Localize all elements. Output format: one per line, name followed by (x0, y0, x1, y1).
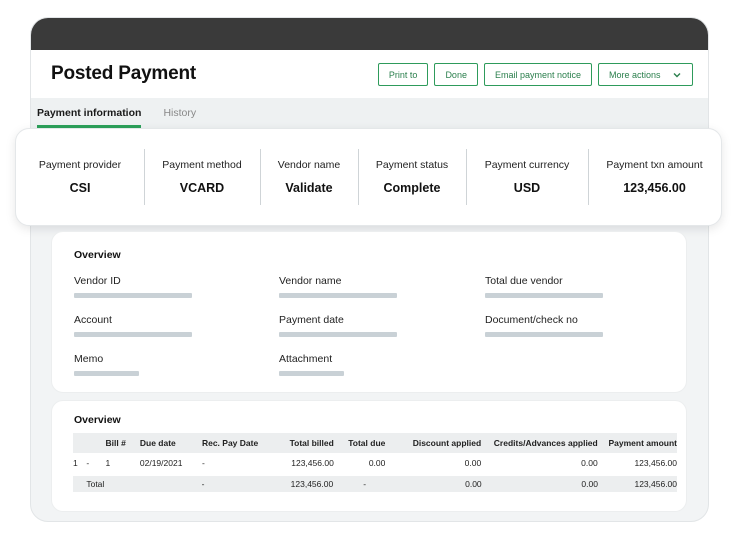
table-total-row: Total - 123,456.00 - 0.00 0.00 123,456.0… (73, 476, 677, 492)
more-actions-button[interactable]: More actions (598, 63, 693, 86)
summary-value: CSI (69, 181, 91, 195)
payment-date-label: Payment date (279, 314, 344, 326)
total-label: Total (86, 479, 105, 489)
table-header-row: Bill # Due date Rec. Pay Date Total bill… (73, 433, 677, 453)
attachment-label: Attachment (279, 353, 333, 365)
account-label: Account (74, 314, 112, 326)
email-payment-notice-button[interactable]: Email payment notice (483, 63, 592, 86)
summary-payment-method: Payment method VCARD (144, 149, 260, 205)
total-due-vendor-value-placeholder (485, 293, 603, 298)
summary-label: Payment txn amount (606, 159, 703, 171)
column-due-date[interactable]: Due date (140, 438, 202, 448)
column-total-billed[interactable]: Total billed (269, 438, 334, 448)
summary-payment-txn-amount: Payment txn amount 123,456.00 (588, 149, 721, 205)
cell-payment-amount: 123,456.00 (634, 458, 677, 468)
document-check-no-value-placeholder (485, 332, 603, 337)
summary-payment-status: Payment status Complete (358, 149, 466, 205)
column-payment-amount[interactable]: Payment amount (598, 438, 678, 448)
tab-history[interactable]: History (163, 98, 196, 128)
window-top-bar (31, 18, 708, 50)
vendor-id-value-placeholder (74, 293, 192, 298)
memo-value-placeholder (74, 371, 139, 376)
memo-label: Memo (74, 353, 104, 365)
summary-value: 123,456.00 (623, 181, 686, 195)
bills-overview-title: Overview (74, 414, 121, 426)
total-discount-applied: 0.00 (465, 479, 482, 489)
cell-due-date: 02/19/2021 (139, 458, 183, 468)
summary-label: Payment status (375, 159, 449, 171)
vendor-id-label: Vendor ID (74, 275, 121, 287)
document-check-no-label: Document/check no (485, 314, 578, 326)
summary-label: Payment method (162, 159, 242, 171)
total-due-vendor-label: Total due vendor (485, 275, 563, 287)
row-dash: - (86, 458, 90, 468)
attachment-value-placeholder (279, 371, 344, 376)
done-button[interactable]: Done (434, 63, 478, 86)
total-total-billed: 123,456.00 (290, 478, 334, 489)
column-total-due[interactable]: Total due (334, 438, 392, 448)
cell-bill-number: 1 (105, 458, 111, 468)
cell-discount-applied: 0.00 (464, 458, 482, 468)
cell-rec-pay-date: - (201, 458, 205, 468)
total-rec-pay-date: - (201, 479, 205, 489)
cell-credits-advances-applied: 0.00 (581, 458, 598, 468)
account-value-placeholder (74, 332, 192, 337)
summary-label: Payment currency (484, 159, 570, 171)
page-header: Posted Payment Print to Done Email payme… (31, 50, 708, 98)
summary-label: Payment provider (38, 159, 122, 171)
tab-payment-information[interactable]: Payment information (37, 98, 142, 128)
total-total-due: - (363, 479, 367, 489)
table-row[interactable]: 1 - 1 02/19/2021 - 123,456.00 0.00 0.00 … (73, 453, 677, 473)
cell-total-due: 0.00 (368, 458, 386, 468)
column-bill-number[interactable]: Bill # (105, 438, 139, 448)
summary-vendor-name: Vendor name Validate (260, 149, 358, 205)
bills-overview-card: Overview Bill # Due date Rec. Pay Date T… (51, 400, 687, 512)
total-credits-advances-applied: 0.00 (581, 479, 598, 489)
column-credits-advances-applied[interactable]: Credits/Advances applied (481, 438, 598, 448)
payment-summary-card: Payment provider CSI Payment method VCAR… (15, 128, 722, 226)
more-actions-label: More actions (609, 69, 661, 80)
chevron-down-icon (673, 72, 681, 77)
summary-payment-provider: Payment provider CSI (16, 149, 144, 205)
page-title: Posted Payment (51, 63, 197, 84)
header-actions: Print to Done Email payment notice More … (377, 63, 693, 86)
print-to-button[interactable]: Print to (377, 63, 429, 86)
summary-value: Validate (285, 181, 333, 195)
summary-value: USD (513, 181, 541, 195)
vendor-name-value-placeholder (279, 293, 397, 298)
overview-title: Overview (74, 249, 121, 261)
tab-bar: Payment information History (31, 98, 708, 128)
summary-value: VCARD (179, 181, 225, 195)
summary-value: Complete (383, 181, 441, 195)
column-discount-applied[interactable]: Discount applied (391, 438, 481, 448)
total-payment-amount: 123,456.00 (634, 479, 678, 489)
cell-total-billed: 123,456.00 (291, 457, 334, 468)
bills-table: Bill # Due date Rec. Pay Date Total bill… (73, 433, 677, 492)
row-index: 1 (73, 458, 78, 468)
summary-label: Vendor name (277, 159, 341, 171)
summary-payment-currency: Payment currency USD (466, 149, 588, 205)
payment-date-value-placeholder (279, 332, 397, 337)
vendor-name-label: Vendor name (279, 275, 342, 287)
overview-card: Overview Vendor ID Vendor name Total due… (51, 231, 687, 393)
column-rec-pay-date[interactable]: Rec. Pay Date (202, 438, 269, 448)
